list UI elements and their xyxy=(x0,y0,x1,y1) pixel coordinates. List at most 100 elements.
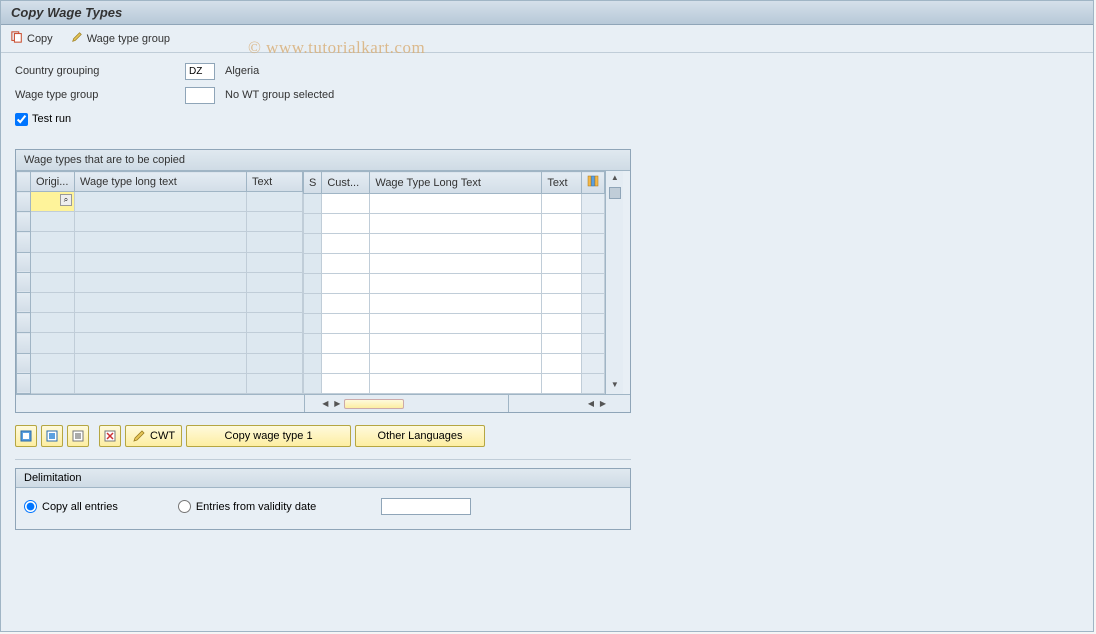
cell-s[interactable] xyxy=(304,194,322,214)
cell-long-text[interactable] xyxy=(75,272,247,292)
cell-text-2[interactable] xyxy=(542,374,582,394)
validity-date-input[interactable] xyxy=(381,498,471,515)
col-cust[interactable]: Cust... xyxy=(322,172,370,194)
cell-s[interactable] xyxy=(304,254,322,274)
vertical-scrollbar[interactable]: ▲ ▼ xyxy=(605,171,623,394)
cell-s[interactable] xyxy=(304,374,322,394)
row-selector[interactable] xyxy=(17,272,31,292)
cell-text[interactable] xyxy=(247,313,303,333)
select-all-button[interactable] xyxy=(15,425,37,447)
cell-original[interactable] xyxy=(31,313,75,333)
hscroll-right-icon-2[interactable]: ▶ xyxy=(598,399,608,408)
cell-original[interactable] xyxy=(31,292,75,312)
row-selector[interactable] xyxy=(17,373,31,393)
list-button[interactable] xyxy=(67,425,89,447)
cell-original[interactable] xyxy=(31,353,75,373)
cwt-button[interactable]: CWT xyxy=(125,425,182,447)
cell-s[interactable] xyxy=(304,214,322,234)
col-wage-type-long-text[interactable]: Wage type long text xyxy=(75,172,247,192)
f4-help-icon[interactable]: ⌕ xyxy=(60,194,72,206)
cell-original[interactable] xyxy=(31,252,75,272)
deselect-all-button[interactable] xyxy=(41,425,63,447)
cell-cust[interactable] xyxy=(322,254,370,274)
cell-long-text-2[interactable] xyxy=(370,274,542,294)
cell-text-2[interactable] xyxy=(542,314,582,334)
cell-text[interactable] xyxy=(247,252,303,272)
cell-text-2[interactable] xyxy=(542,294,582,314)
cell-s[interactable] xyxy=(304,294,322,314)
cell-cust[interactable] xyxy=(322,274,370,294)
wage-type-group-button[interactable]: Wage type group xyxy=(71,31,170,46)
cell-long-text-2[interactable] xyxy=(370,374,542,394)
cell-text[interactable] xyxy=(247,292,303,312)
cell-text-2[interactable] xyxy=(542,254,582,274)
copy-all-radio-input[interactable] xyxy=(24,500,37,513)
row-selector[interactable] xyxy=(17,192,31,212)
cell-long-text-2[interactable] xyxy=(370,194,542,214)
cell-cust[interactable] xyxy=(322,354,370,374)
hscroll-track-left[interactable] xyxy=(344,399,404,409)
cell-long-text-2[interactable] xyxy=(370,294,542,314)
cell-text-2[interactable] xyxy=(542,274,582,294)
row-selector[interactable] xyxy=(17,252,31,272)
copy-all-entries-radio[interactable]: Copy all entries xyxy=(24,500,118,513)
col-text-2[interactable]: Text xyxy=(542,172,582,194)
cell-long-text[interactable] xyxy=(75,232,247,252)
col-wage-type-long-text-2[interactable]: Wage Type Long Text xyxy=(370,172,542,194)
cell-original[interactable] xyxy=(31,212,75,232)
cell-long-text[interactable] xyxy=(75,333,247,353)
hscroll-left-icon-2[interactable]: ◀ xyxy=(586,399,596,408)
cell-long-text[interactable] xyxy=(75,192,247,212)
copy-wage-type-1-button[interactable]: Copy wage type 1 xyxy=(186,425,351,447)
cell-cust[interactable] xyxy=(322,294,370,314)
cell-s[interactable] xyxy=(304,334,322,354)
cell-text-2[interactable] xyxy=(542,354,582,374)
cell-long-text-2[interactable] xyxy=(370,234,542,254)
hscroll-left-icon[interactable]: ◀ xyxy=(320,399,330,408)
table-settings-button[interactable] xyxy=(582,172,605,194)
cell-text[interactable] xyxy=(247,373,303,393)
row-selector[interactable] xyxy=(17,292,31,312)
cell-original[interactable] xyxy=(31,272,75,292)
cell-s[interactable] xyxy=(304,314,322,334)
cell-long-text-2[interactable] xyxy=(370,214,542,234)
row-selector-header[interactable] xyxy=(17,172,31,192)
cell-long-text[interactable] xyxy=(75,292,247,312)
cell-s[interactable] xyxy=(304,234,322,254)
cell-cust[interactable] xyxy=(322,194,370,214)
country-grouping-input[interactable] xyxy=(185,63,215,80)
entries-from-validity-radio[interactable]: Entries from validity date xyxy=(178,498,471,515)
cell-long-text[interactable] xyxy=(75,212,247,232)
row-selector[interactable] xyxy=(17,212,31,232)
hscroll-right-icon[interactable]: ▶ xyxy=(332,399,342,408)
cell-s[interactable] xyxy=(304,354,322,374)
row-selector[interactable] xyxy=(17,353,31,373)
entries-from-radio-input[interactable] xyxy=(178,500,191,513)
cell-text[interactable] xyxy=(247,212,303,232)
cell-cust[interactable] xyxy=(322,234,370,254)
cell-long-text[interactable] xyxy=(75,252,247,272)
cell-text-2[interactable] xyxy=(542,194,582,214)
cell-text-2[interactable] xyxy=(542,234,582,254)
cell-text[interactable] xyxy=(247,353,303,373)
col-original[interactable]: Origi... xyxy=(31,172,75,192)
cell-original[interactable]: ⌕ xyxy=(31,192,75,212)
cell-original[interactable] xyxy=(31,333,75,353)
scroll-thumb[interactable] xyxy=(609,187,621,199)
cell-long-text-2[interactable] xyxy=(370,354,542,374)
col-text[interactable]: Text xyxy=(247,172,303,192)
cell-cust[interactable] xyxy=(322,374,370,394)
row-selector[interactable] xyxy=(17,313,31,333)
scroll-down-icon[interactable]: ▼ xyxy=(609,380,621,392)
test-run-checkbox[interactable] xyxy=(15,113,28,126)
cell-long-text[interactable] xyxy=(75,373,247,393)
cell-text[interactable] xyxy=(247,232,303,252)
cell-cust[interactable] xyxy=(322,214,370,234)
wage-type-group-input[interactable] xyxy=(185,87,215,104)
cell-original[interactable] xyxy=(31,232,75,252)
row-selector[interactable] xyxy=(17,333,31,353)
copy-button[interactable]: Copy xyxy=(11,31,53,46)
cell-text-2[interactable] xyxy=(542,334,582,354)
cell-long-text-2[interactable] xyxy=(370,254,542,274)
cell-text[interactable] xyxy=(247,333,303,353)
